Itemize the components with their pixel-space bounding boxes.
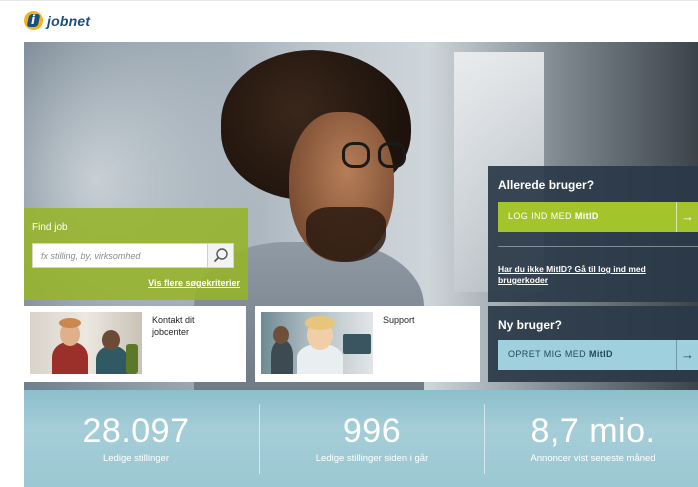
existing-user-title: Allerede bruger? xyxy=(498,178,595,192)
hero-person-glasses xyxy=(342,142,408,170)
jobnet-logo-icon: i xyxy=(24,11,43,30)
site-header: i jobnet xyxy=(0,0,698,42)
support-label: Support xyxy=(383,315,415,325)
stats-band: 28.097 Ledige stillinger 996 Ledige stil… xyxy=(24,390,698,487)
support-card[interactable]: Support xyxy=(255,306,480,382)
new-user-panel: Ny bruger? OPRET MIG MED MitID → xyxy=(488,306,698,382)
stat-divider xyxy=(484,404,485,474)
job-search-input[interactable] xyxy=(33,244,209,267)
stat-available-jobs[interactable]: 28.097 Ledige stillinger xyxy=(24,390,248,487)
mitid-logo: MitID xyxy=(588,349,613,359)
more-search-criteria-link[interactable]: Vis flere søgekriterier xyxy=(148,278,240,288)
arrow-right-icon: → xyxy=(676,202,698,232)
jobnet-page: i jobnet Find job Vis flere søgekriterie… xyxy=(0,0,698,487)
stat-value: 996 xyxy=(342,412,402,450)
create-button-label: OPRET MIG MED xyxy=(508,349,587,359)
stat-value: 8,7 mio. xyxy=(530,412,656,450)
contact-jobcenter-label: Kontakt dit jobcenter xyxy=(152,315,195,337)
login-divider xyxy=(498,246,698,247)
search-button[interactable] xyxy=(207,244,233,267)
job-search-box xyxy=(32,243,234,268)
contact-jobcenter-card[interactable]: Kontakt dit jobcenter xyxy=(24,306,246,382)
create-mitid-button[interactable]: OPRET MIG MED MitID → xyxy=(498,340,698,370)
stat-label: Annoncer vist seneste måned xyxy=(530,453,656,464)
arrow-right-icon: → xyxy=(676,340,698,370)
stat-value: 28.097 xyxy=(82,412,190,450)
new-user-title: Ny bruger? xyxy=(498,318,563,332)
no-mitid-login-link[interactable]: Har du ikke MitID? Gå til log ind med br… xyxy=(498,264,694,286)
mitid-logo: MitID xyxy=(574,211,599,221)
search-icon xyxy=(213,248,228,263)
login-mitid-button[interactable]: LOG IND MED MitID → xyxy=(498,202,698,232)
login-button-label: LOG IND MED xyxy=(508,211,572,221)
stat-ads-shown[interactable]: 8,7 mio. Annoncer vist seneste måned xyxy=(488,390,698,487)
contact-jobcenter-photo xyxy=(30,312,142,374)
logo-text: jobnet xyxy=(47,12,91,29)
stat-label: Ledige stillinger siden i går xyxy=(315,453,429,464)
support-photo xyxy=(261,312,373,374)
find-job-panel: Find job Vis flere søgekriterier xyxy=(24,208,248,300)
stat-label: Ledige stillinger xyxy=(102,453,169,464)
jobnet-logo[interactable]: i jobnet xyxy=(24,11,90,30)
find-job-title: Find job xyxy=(32,222,68,233)
hero-person-beard xyxy=(306,207,386,262)
existing-user-panel: Allerede bruger? LOG IND MED MitID → Har… xyxy=(488,166,698,302)
stat-new-jobs[interactable]: 996 Ledige stillinger siden i går xyxy=(260,390,484,487)
